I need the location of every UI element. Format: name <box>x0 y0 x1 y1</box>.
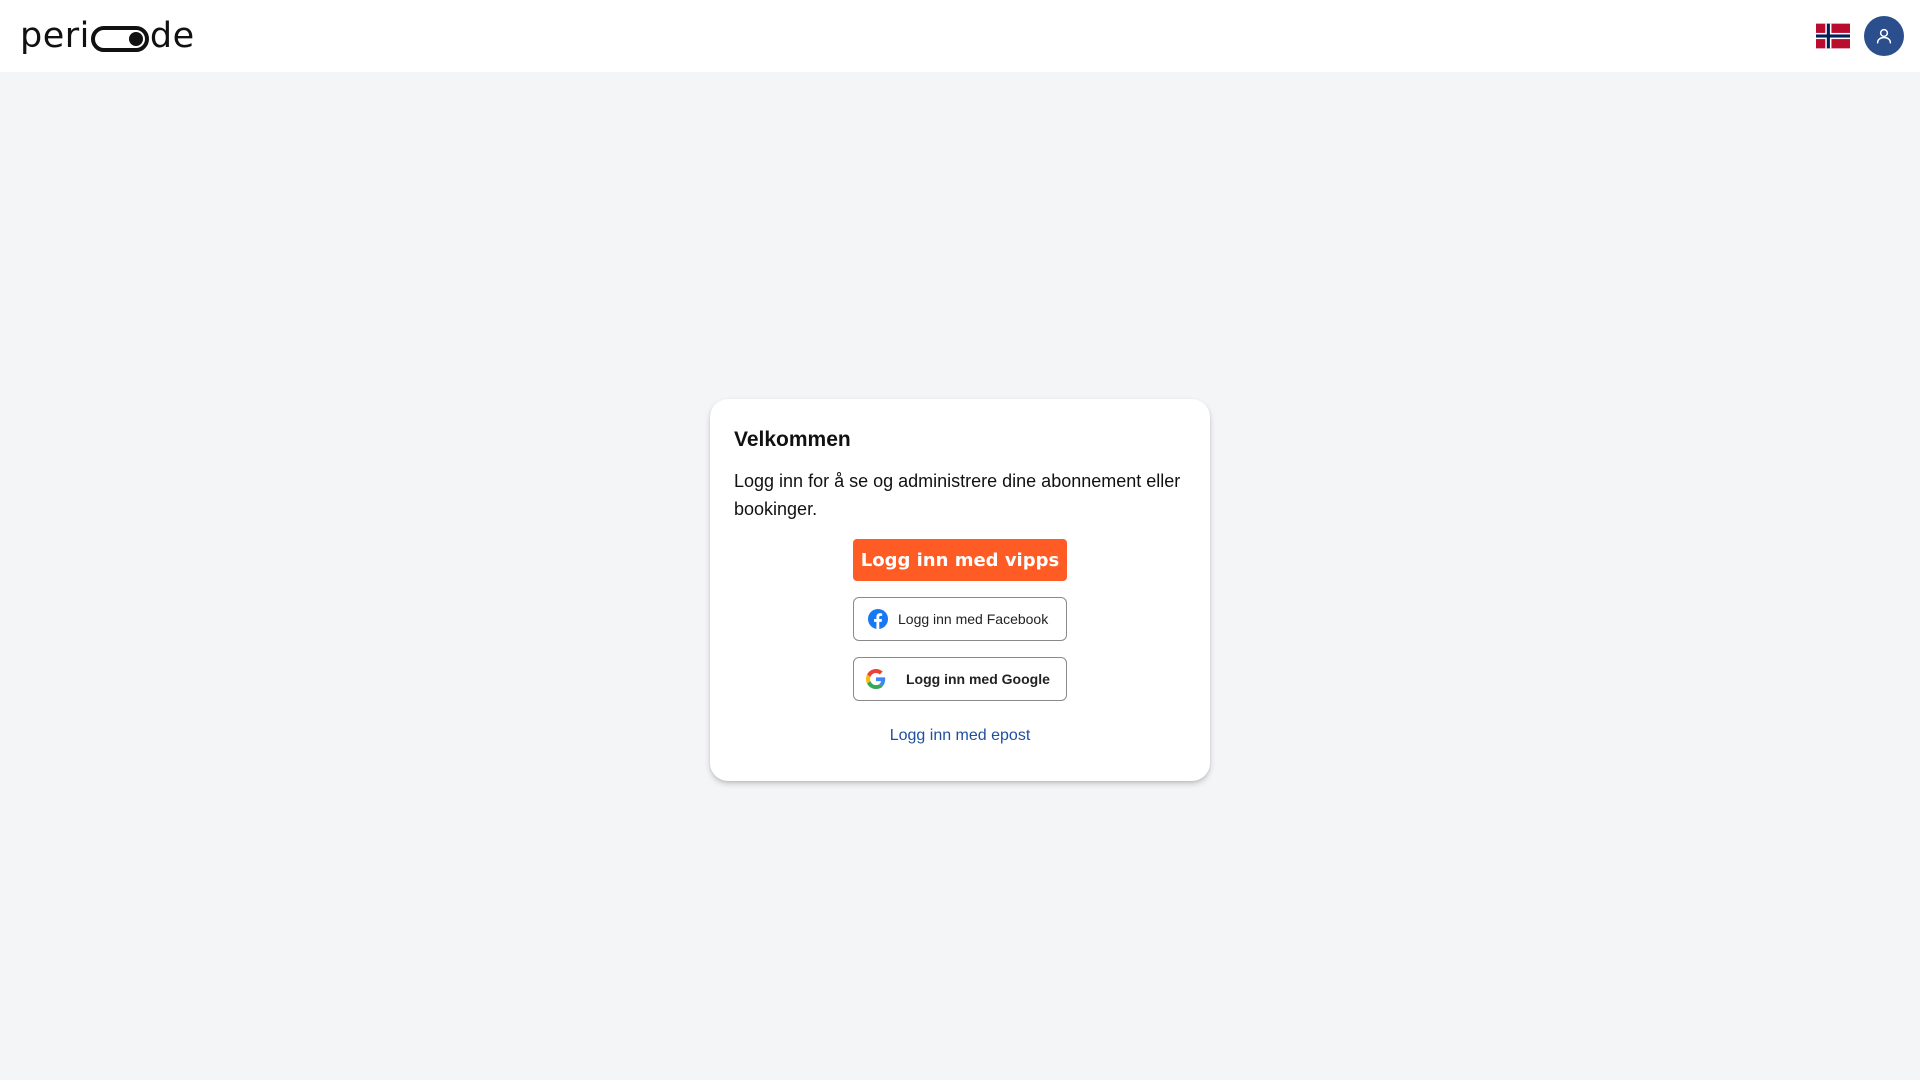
google-icon <box>866 669 886 689</box>
header-actions <box>1816 16 1904 56</box>
facebook-login-button[interactable]: Logg inn med Facebook <box>853 597 1067 641</box>
periode-logo[interactable]: peri de <box>20 15 195 56</box>
card-title: Velkommen <box>734 428 851 451</box>
card-description: Logg inn for å se og administrere dine a… <box>734 471 1181 519</box>
logo-text-start: peri <box>20 15 90 56</box>
vipps-login-button[interactable]: Logg inn med vipps <box>853 539 1067 581</box>
login-options: Logg inn med vipps Logg inn med Facebook <box>734 539 1186 745</box>
user-avatar-button[interactable] <box>1864 16 1904 56</box>
login-card: Velkommen Logg inn for å se og administr… <box>710 399 1210 781</box>
user-icon <box>1876 28 1892 44</box>
logo-pill-icon <box>90 26 149 52</box>
email-login-link[interactable]: Logg inn med epost <box>890 727 1031 745</box>
norway-flag-icon[interactable] <box>1816 23 1850 49</box>
facebook-icon <box>868 609 888 629</box>
google-login-label: Logg inn med Google <box>906 671 1050 687</box>
top-bar: peri de <box>0 0 1920 72</box>
logo-text-end: de <box>149 15 195 56</box>
google-login-button[interactable]: Logg inn med Google <box>853 657 1067 701</box>
vipps-login-label: Logg inn med vipps <box>860 549 1060 571</box>
facebook-login-label: Logg inn med Facebook <box>898 611 1049 627</box>
